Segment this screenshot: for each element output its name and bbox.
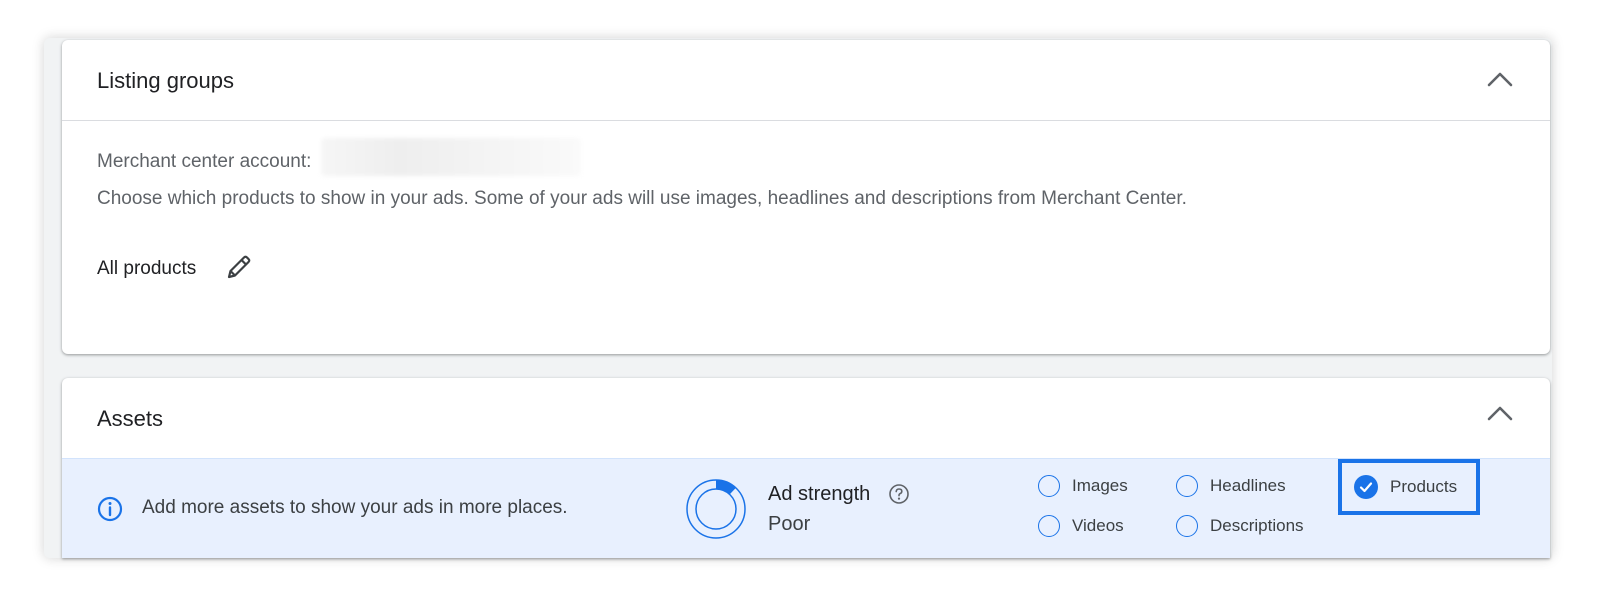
radio-unchecked-icon	[1176, 515, 1198, 537]
radio-unchecked-icon	[1038, 515, 1060, 537]
chevron-up-icon[interactable]	[1486, 402, 1514, 424]
assets-info-banner: Add more assets to show your ads in more…	[62, 458, 1550, 558]
assets-title: Assets	[97, 406, 164, 431]
radio-unchecked-icon	[1176, 475, 1198, 497]
assets-card: Assets Add more assets to show your ads …	[62, 378, 1550, 558]
products-highlight-frame	[1338, 459, 1480, 515]
help-icon[interactable]	[888, 483, 910, 505]
ad-strength-gauge	[686, 479, 746, 539]
merchant-account-label: Merchant center account:	[97, 151, 312, 173]
asset-option-label: Descriptions	[1210, 516, 1304, 535]
asset-option-headlines[interactable]: Headlines	[1176, 475, 1286, 497]
asset-option-videos[interactable]: Videos	[1038, 515, 1124, 537]
listing-groups-header[interactable]: Listing groups	[62, 40, 1550, 121]
pencil-edit-icon[interactable]	[224, 252, 254, 282]
info-banner-text: Add more assets to show your ads in more…	[142, 497, 568, 518]
info-icon	[97, 496, 123, 522]
chevron-up-icon[interactable]	[1486, 68, 1514, 90]
asset-option-images[interactable]: Images	[1038, 475, 1128, 497]
product-selection-label: All products	[97, 258, 197, 279]
merchant-account-row: Merchant center account:	[97, 138, 581, 176]
merchant-account-value-redacted	[320, 138, 581, 176]
listing-groups-title: Listing groups	[97, 68, 234, 93]
listing-groups-card: Listing groups Merchant center account: …	[62, 40, 1550, 354]
asset-option-label: Videos	[1072, 516, 1124, 535]
ad-strength-label: Ad strength	[768, 483, 871, 505]
asset-option-descriptions[interactable]: Descriptions	[1176, 515, 1304, 537]
asset-option-label: Images	[1072, 476, 1128, 495]
listing-groups-description: Choose which products to show in your ad…	[97, 188, 1187, 209]
asset-option-label: Headlines	[1210, 476, 1286, 495]
radio-unchecked-icon	[1038, 475, 1060, 497]
ad-strength-value: Poor	[768, 513, 811, 535]
assets-header[interactable]: Assets	[62, 378, 1550, 458]
